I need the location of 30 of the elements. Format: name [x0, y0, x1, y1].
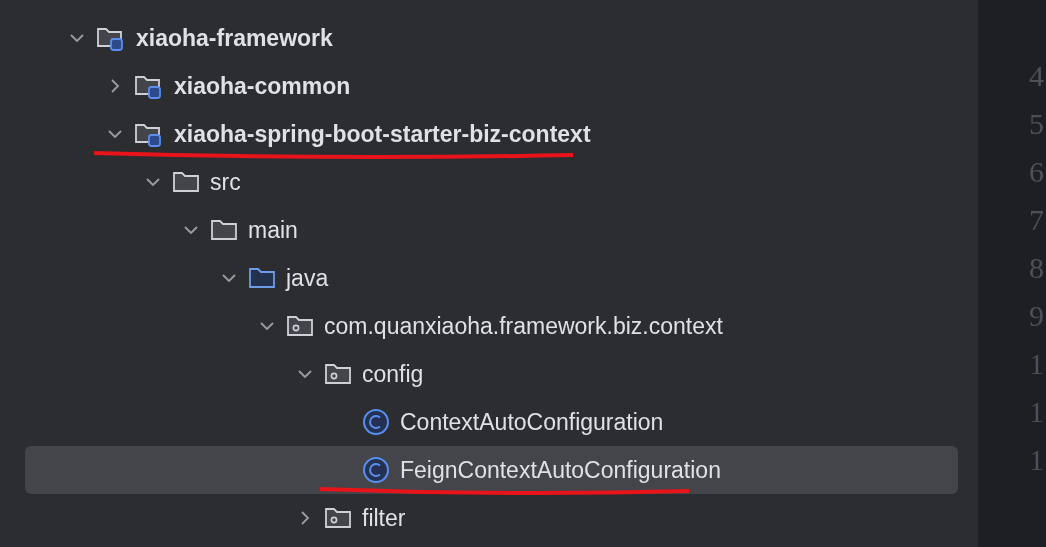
tree-item-label: xiaoha-common: [174, 71, 351, 101]
folder-icon: [210, 218, 238, 242]
tree-item[interactable]: filter: [25, 494, 958, 542]
tree-item[interactable]: xiaoha-spring-boot-starter-biz-context: [25, 110, 958, 158]
class-icon: [362, 456, 390, 484]
tree-item[interactable]: main: [25, 206, 958, 254]
tree-item[interactable]: com.quanxiaoha.framework.biz.context: [25, 302, 958, 350]
tree-item-label: filter: [362, 503, 406, 533]
tree-item[interactable]: xiaoha-common: [25, 62, 958, 110]
tree-item[interactable]: config: [25, 350, 958, 398]
class-icon: [362, 408, 390, 436]
tree-item-label: xiaoha-spring-boot-starter-biz-context: [174, 116, 591, 152]
package-folder-icon: [324, 362, 352, 386]
folder-icon: [248, 266, 276, 290]
package-folder-icon: [324, 506, 352, 530]
tree-item-label: main: [248, 215, 298, 245]
tree-item[interactable]: ContextAutoConfiguration: [25, 398, 958, 446]
tree-item-label: FeignContextAutoConfiguration: [400, 452, 721, 488]
tree-item-label: ContextAutoConfiguration: [400, 407, 664, 437]
tree-item-label: xiaoha-framework: [136, 23, 333, 53]
tree-item[interactable]: src: [25, 158, 958, 206]
tree-item[interactable]: xiaoha-framework: [25, 14, 958, 62]
folder-icon: [172, 170, 200, 194]
tree-item-label: com.quanxiaoha.framework.biz.context: [324, 311, 723, 341]
tree-item-label: src: [210, 167, 241, 197]
tree-item[interactable]: FeignContextAutoConfiguration: [25, 446, 958, 494]
tree-item[interactable]: java: [25, 254, 958, 302]
tree-item-label: config: [362, 359, 424, 389]
tree-item-label: java: [286, 263, 329, 293]
package-folder-icon: [286, 314, 314, 338]
